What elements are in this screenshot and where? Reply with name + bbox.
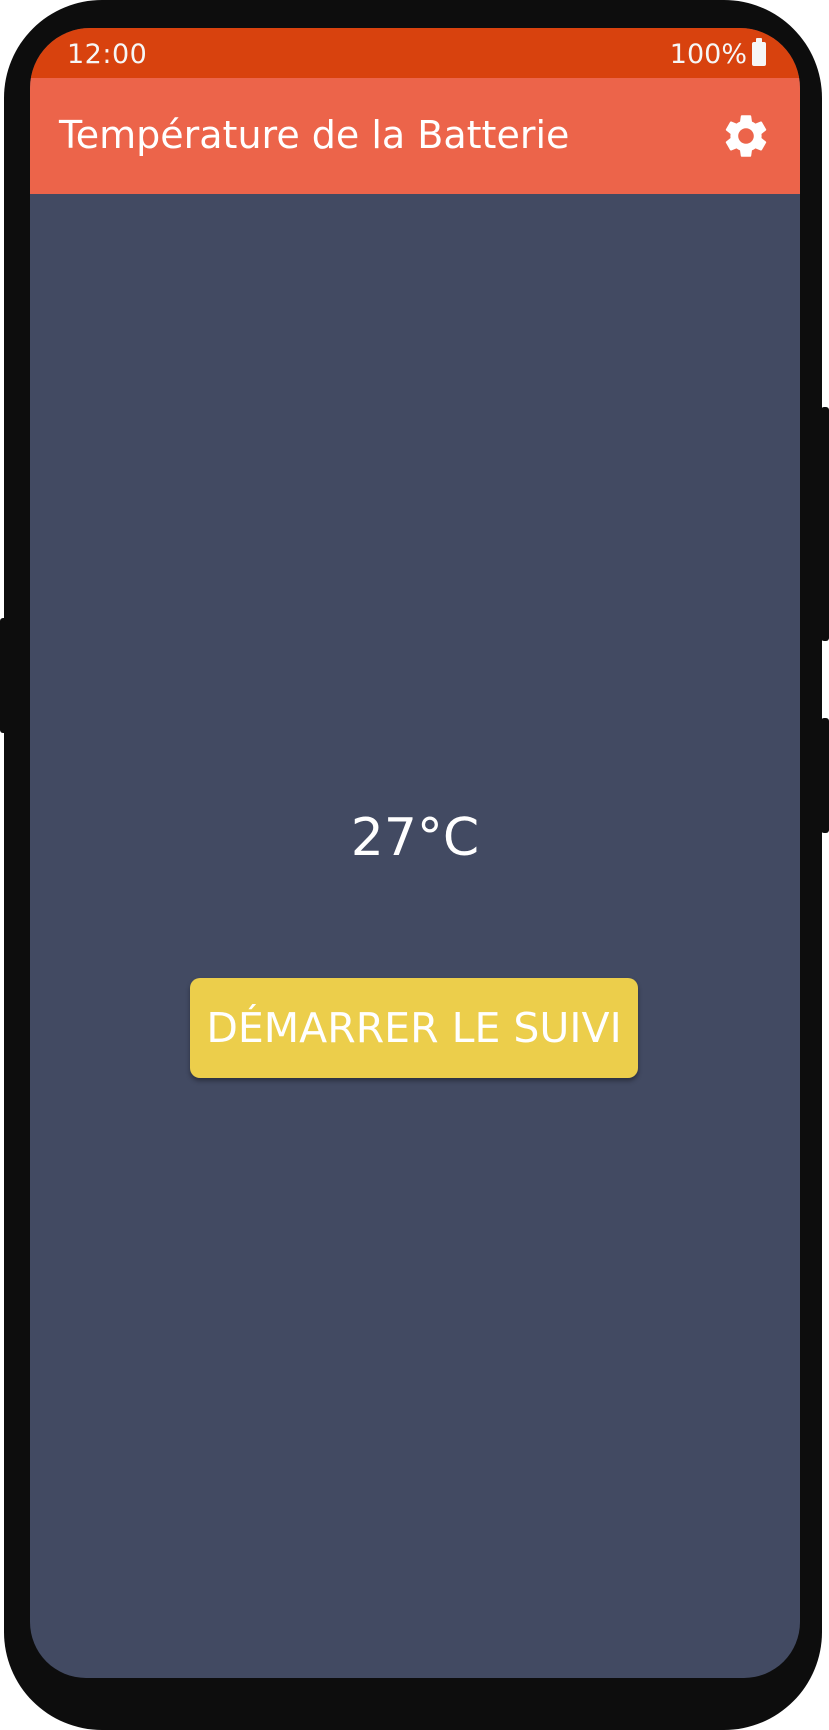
screen: 12:00 100% Température de la Batterie 27… [30, 28, 800, 1678]
app-bar: Température de la Batterie [30, 78, 800, 194]
phone-volume-button [821, 718, 829, 833]
settings-button[interactable] [716, 106, 776, 166]
start-tracking-button[interactable]: DÉMARRER LE SUIVI [190, 978, 638, 1078]
status-bar: 12:00 100% [30, 28, 800, 78]
gear-icon [725, 115, 767, 157]
status-battery: 100% [669, 37, 766, 70]
phone-power-button [821, 407, 829, 641]
status-time: 12:00 [67, 39, 148, 70]
phone-side-button-left [0, 618, 8, 733]
app-title: Température de la Batterie [59, 113, 570, 157]
battery-percent: 100% [669, 39, 747, 70]
temperature-reading: 27°C [350, 808, 480, 868]
battery-full-icon [752, 37, 766, 66]
